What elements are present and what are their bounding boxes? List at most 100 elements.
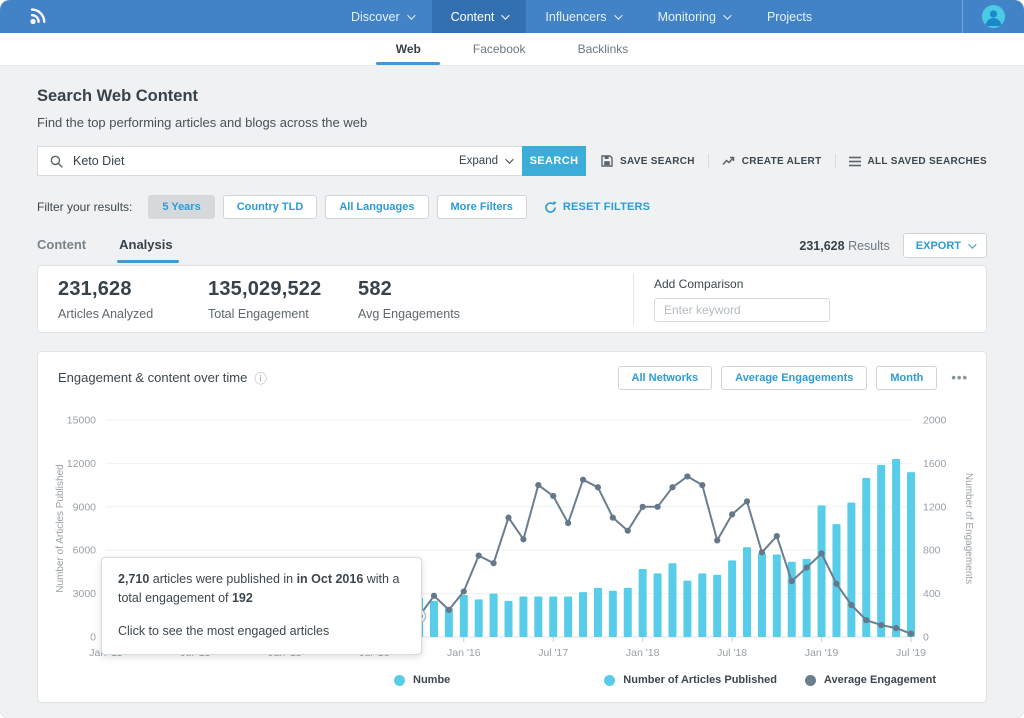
info-icon[interactable]: ⓘ bbox=[254, 368, 267, 387]
chart-title: Engagement & content over time bbox=[58, 370, 247, 385]
interval-filter-button[interactable]: Month bbox=[876, 366, 937, 390]
tooltip-article-count: 2,710 bbox=[118, 572, 149, 586]
chart-legend: Number of Articles Published Average Eng… bbox=[604, 674, 936, 686]
svg-text:Jan '18: Jan '18 bbox=[626, 647, 660, 659]
svg-text:15000: 15000 bbox=[67, 415, 96, 427]
search-icon bbox=[50, 155, 63, 168]
nav-item-projects[interactable]: Projects bbox=[748, 0, 831, 33]
stat-value: 135,029,522 bbox=[208, 278, 358, 301]
legend-item-articles: Number of Articles Published bbox=[604, 674, 777, 686]
nav-label: Projects bbox=[767, 10, 812, 24]
svg-text:0: 0 bbox=[923, 632, 929, 644]
divider bbox=[708, 154, 709, 168]
tooltip-date: in Oct 2016 bbox=[297, 572, 364, 586]
divider bbox=[835, 154, 836, 168]
svg-text:Jul '18: Jul '18 bbox=[717, 647, 747, 659]
comparison-keyword-input[interactable] bbox=[654, 298, 830, 322]
reset-filters-button[interactable]: RESET FILTERS bbox=[544, 201, 650, 214]
metric-filter-button[interactable]: Average Engagements bbox=[721, 366, 867, 390]
more-options-icon[interactable]: ••• bbox=[951, 370, 968, 385]
action-label: CREATE ALERT bbox=[742, 156, 822, 167]
legend-item-truncated: Numbe bbox=[394, 674, 450, 686]
filter-pill-more-filters[interactable]: More Filters bbox=[437, 195, 527, 219]
add-comparison-label: Add Comparison bbox=[654, 277, 830, 291]
nav-item-discover[interactable]: Discover bbox=[332, 0, 432, 33]
networks-filter-button[interactable]: All Networks bbox=[618, 366, 713, 390]
nav-item-influencers[interactable]: Influencers bbox=[526, 0, 638, 33]
logo[interactable] bbox=[24, 4, 50, 30]
search-actions: SAVE SEARCH CREATE ALERT bbox=[601, 154, 987, 168]
nav-item-monitoring[interactable]: Monitoring bbox=[639, 0, 748, 33]
filter-pill-country-tld[interactable]: Country TLD bbox=[223, 195, 318, 219]
svg-text:1200: 1200 bbox=[923, 501, 947, 513]
tab-label: Backlinks bbox=[578, 42, 629, 56]
expand-toggle[interactable]: Expand bbox=[459, 155, 511, 167]
tab-analysis[interactable]: Analysis bbox=[119, 237, 172, 263]
refresh-icon bbox=[544, 201, 557, 214]
stat-label: Articles Analyzed bbox=[58, 307, 208, 321]
chart-header: Engagement & content over time ⓘ All Net… bbox=[38, 352, 986, 390]
export-button[interactable]: EXPORT bbox=[903, 233, 987, 258]
svg-text:3000: 3000 bbox=[73, 588, 97, 600]
search-button[interactable]: SEARCH bbox=[522, 146, 586, 176]
create-alert-button[interactable]: CREATE ALERT bbox=[722, 155, 822, 167]
results-count-value: 231,628 bbox=[799, 239, 844, 253]
svg-text:0: 0 bbox=[90, 632, 96, 644]
filter-pill-languages[interactable]: All Languages bbox=[325, 195, 428, 219]
stats-card: 231,628 Articles Analyzed 135,029,522 To… bbox=[37, 265, 987, 333]
page-subtitle: Find the top performing articles and blo… bbox=[37, 115, 987, 130]
tooltip-engagement-value: 192 bbox=[232, 591, 253, 605]
svg-text:800: 800 bbox=[923, 545, 941, 557]
chevron-down-icon bbox=[505, 155, 513, 163]
trending-up-icon bbox=[722, 155, 735, 167]
save-search-button[interactable]: SAVE SEARCH bbox=[601, 155, 695, 167]
stat-label: Avg Engagements bbox=[358, 307, 508, 321]
tab-content[interactable]: Content bbox=[37, 237, 86, 263]
svg-text:2000: 2000 bbox=[923, 415, 947, 427]
legend-item-engagement: Average Engagement bbox=[805, 674, 936, 686]
legend-dot bbox=[805, 675, 816, 686]
tab-facebook[interactable]: Facebook bbox=[447, 33, 552, 65]
tab-web[interactable]: Web bbox=[370, 33, 447, 65]
chart-card: Engagement & content over time ⓘ All Net… bbox=[37, 351, 987, 703]
avatar[interactable] bbox=[982, 5, 1005, 28]
left-axis-title: Number of Articles Published bbox=[55, 464, 66, 592]
reset-label: RESET FILTERS bbox=[563, 201, 650, 213]
logo-icon bbox=[25, 5, 49, 29]
page-content: Search Web Content Find the top performi… bbox=[0, 87, 1024, 703]
search-input[interactable]: Keto Diet Expand bbox=[37, 146, 522, 176]
nav-label: Discover bbox=[351, 10, 400, 24]
search-row: Keto Diet Expand SEARCH SAVE SEARCH bbox=[37, 146, 987, 176]
filter-row: Filter your results: 5 Years Country TLD… bbox=[37, 195, 987, 219]
primary-nav: Discover Content Influencers Monitoring … bbox=[332, 0, 831, 33]
nav-label: Influencers bbox=[545, 10, 606, 24]
user-icon bbox=[982, 5, 1005, 28]
chevron-down-icon bbox=[502, 11, 510, 19]
all-saved-searches-button[interactable]: ALL SAVED SEARCHES bbox=[849, 156, 988, 167]
list-icon bbox=[849, 156, 861, 167]
app-window: Discover Content Influencers Monitoring … bbox=[0, 0, 1024, 718]
top-navbar: Discover Content Influencers Monitoring … bbox=[0, 0, 1024, 33]
chevron-down-icon bbox=[723, 11, 731, 19]
filter-pill-date-range[interactable]: 5 Years bbox=[148, 195, 214, 219]
tab-backlinks[interactable]: Backlinks bbox=[552, 33, 655, 65]
channel-tabs: Web Facebook Backlinks bbox=[0, 33, 1024, 66]
tooltip-text: 2,710 articles were published in in Oct … bbox=[118, 570, 405, 608]
legend-dot bbox=[604, 675, 615, 686]
navbar-right bbox=[962, 0, 1024, 33]
nav-label: Monitoring bbox=[658, 10, 716, 24]
nav-label: Content bbox=[451, 10, 495, 24]
chart-tooltip[interactable]: 2,710 articles were published in in Oct … bbox=[101, 557, 422, 655]
chevron-down-icon bbox=[968, 240, 976, 248]
nav-item-content[interactable]: Content bbox=[432, 0, 527, 33]
stat-label: Total Engagement bbox=[208, 307, 358, 321]
export-label: EXPORT bbox=[916, 240, 961, 252]
action-label: ALL SAVED SEARCHES bbox=[868, 156, 988, 167]
legend-label: Numbe bbox=[413, 674, 450, 686]
navbar-divider bbox=[962, 0, 963, 33]
stat-articles-analyzed: 231,628 Articles Analyzed bbox=[58, 278, 208, 321]
add-comparison: Add Comparison bbox=[634, 277, 830, 322]
legend-label: Number of Articles Published bbox=[623, 674, 777, 686]
stat-value: 231,628 bbox=[58, 278, 208, 301]
expand-label: Expand bbox=[459, 155, 498, 167]
